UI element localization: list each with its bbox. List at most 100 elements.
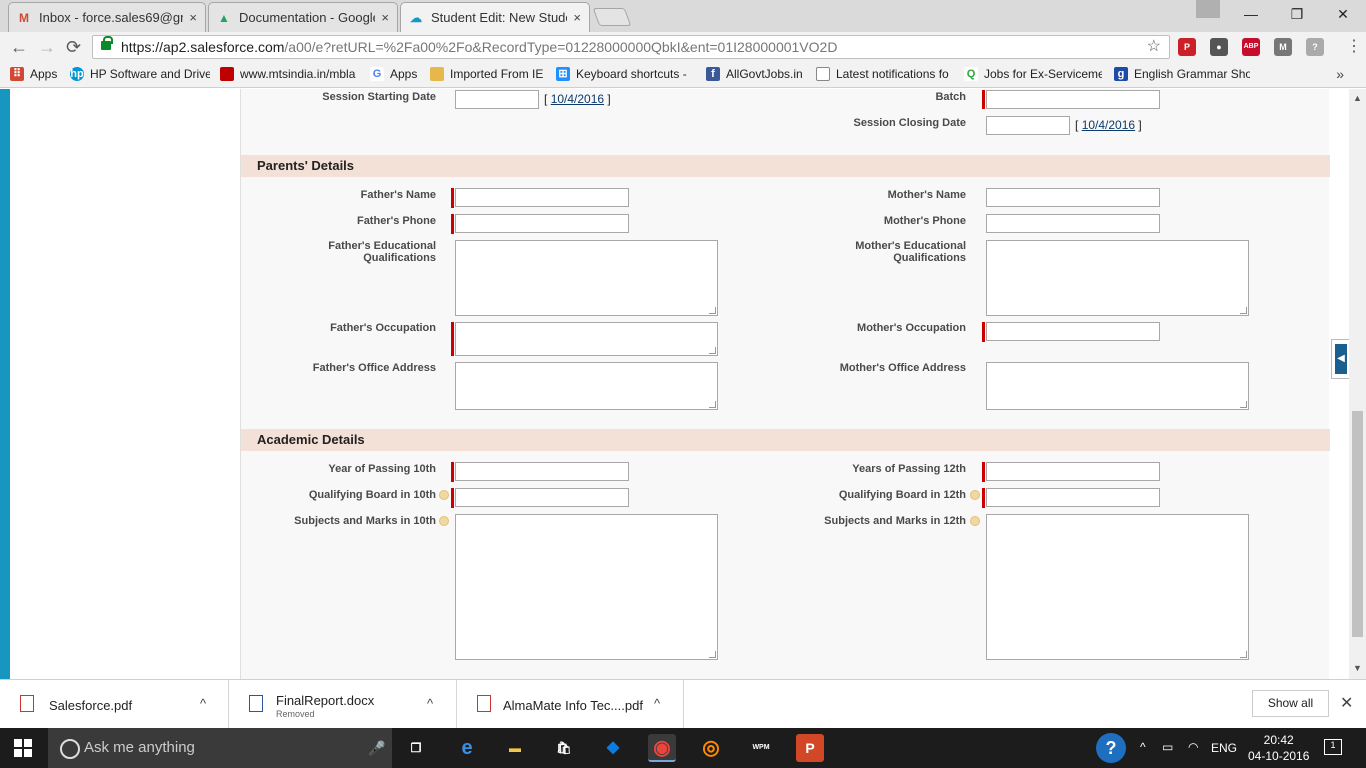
- close-downloads-icon[interactable]: ✕: [1340, 693, 1353, 713]
- cortana-search-box[interactable]: Ask me anything 🎤: [48, 728, 392, 768]
- page-content: Session Starting Date [ 10/4/2016 ] Batc…: [0, 89, 1349, 679]
- date-link[interactable]: 10/4/2016: [551, 92, 604, 106]
- bookmark-allgovtjobs[interactable]: f AllGovtJobs.in: [706, 67, 806, 81]
- mothers-edu-textarea[interactable]: [986, 240, 1249, 316]
- more-bookmarks-icon[interactable]: »: [1336, 66, 1344, 82]
- file-explorer-icon[interactable]: ▬: [501, 734, 529, 762]
- fathers-name-input[interactable]: [455, 188, 629, 207]
- address-bar[interactable]: https://ap2.salesforce.com/a00/e?retURL=…: [92, 35, 1170, 59]
- mothers-name-input[interactable]: [986, 188, 1160, 207]
- bookmark-english-grammar[interactable]: g English Grammar Sho: [1114, 67, 1250, 81]
- back-button[interactable]: ←: [10, 37, 28, 57]
- language-indicator[interactable]: ENG: [1211, 741, 1237, 755]
- video-extension-icon[interactable]: ●: [1210, 38, 1228, 56]
- board-12th-input[interactable]: [986, 488, 1160, 507]
- battery-icon[interactable]: ▭: [1162, 740, 1173, 754]
- fathers-phone-input[interactable]: [455, 214, 629, 233]
- fathers-occupation-textarea[interactable]: [455, 322, 718, 356]
- close-tab-icon[interactable]: ×: [189, 10, 197, 25]
- bookmark-label: Imported From IE: [450, 67, 544, 81]
- fathers-edu-textarea[interactable]: [455, 240, 718, 316]
- bookmark-hp[interactable]: hp HP Software and Drive: [70, 67, 210, 81]
- required-marker: [451, 488, 454, 508]
- download-item[interactable]: Salesforce.pdf ^: [0, 680, 229, 729]
- edge-icon[interactable]: e: [453, 734, 481, 762]
- close-tab-icon[interactable]: ×: [381, 10, 389, 25]
- new-tab-button[interactable]: [592, 8, 632, 26]
- tab-gmail-inbox[interactable]: M Inbox - force.sales69@gr ×: [8, 2, 206, 32]
- store-icon[interactable]: 🛍: [550, 734, 578, 762]
- tab-documentation[interactable]: ▲ Documentation - Google ×: [208, 2, 398, 32]
- page-scrollbar[interactable]: ▲ ▼: [1349, 89, 1366, 679]
- year-passing-12th-input[interactable]: [986, 462, 1160, 481]
- session-starting-date-input[interactable]: [455, 90, 539, 109]
- bookmark-jobs-ex-servicemen[interactable]: Q Jobs for Ex-Serviceme: [964, 67, 1102, 81]
- mothers-occupation-input[interactable]: [986, 322, 1160, 341]
- microphone-icon[interactable]: 🎤: [368, 728, 385, 768]
- bookmark-latest-notifications[interactable]: Latest notifications fo: [816, 67, 952, 81]
- reload-button[interactable]: ⟳: [66, 37, 81, 57]
- bookmarks-bar: ⠿ Apps hp HP Software and Drive www.mtsi…: [0, 62, 1366, 88]
- bracket: ]: [607, 92, 611, 106]
- date-link[interactable]: 10/4/2016: [1082, 118, 1135, 132]
- bookmark-star-icon[interactable]: ☆: [1147, 36, 1161, 58]
- pinterest-icon[interactable]: P: [1178, 38, 1196, 56]
- bookmark-google-apps[interactable]: G Apps: [370, 67, 422, 81]
- forward-button[interactable]: →: [38, 37, 56, 57]
- scroll-thumb[interactable]: [1352, 411, 1363, 637]
- mothers-office-textarea[interactable]: [986, 362, 1249, 410]
- chevron-up-icon[interactable]: ^: [427, 696, 433, 711]
- show-all-downloads-button[interactable]: Show all: [1252, 690, 1329, 717]
- fathers-office-textarea[interactable]: [455, 362, 718, 410]
- board-10th-input[interactable]: [455, 488, 629, 507]
- help-icon[interactable]: [439, 490, 449, 500]
- subjects-12th-textarea[interactable]: [986, 514, 1249, 660]
- chevron-up-icon[interactable]: ^: [654, 696, 660, 711]
- start-button[interactable]: [14, 739, 32, 757]
- maximize-button[interactable]: ❐: [1274, 0, 1320, 30]
- powerpoint-icon[interactable]: P: [796, 734, 824, 762]
- help-icon[interactable]: ?: [1096, 733, 1126, 763]
- wifi-icon[interactable]: ◠: [1188, 740, 1198, 754]
- extension-m-icon[interactable]: M: [1274, 38, 1292, 56]
- close-window-button[interactable]: ✕: [1320, 0, 1366, 30]
- chrome-icon[interactable]: ◉: [648, 734, 676, 762]
- batch-input[interactable]: [986, 90, 1160, 109]
- session-starting-date-today[interactable]: [ 10/4/2016 ]: [544, 92, 611, 106]
- bookmark-imported-ie[interactable]: Imported From IE: [430, 67, 546, 81]
- help-icon[interactable]: [970, 516, 980, 526]
- dropbox-icon[interactable]: ◆: [599, 734, 627, 762]
- subjects-10th-textarea[interactable]: [455, 514, 718, 660]
- close-tab-icon[interactable]: ×: [573, 10, 581, 25]
- mothers-phone-input[interactable]: [986, 214, 1160, 233]
- minimize-button[interactable]: —: [1228, 0, 1274, 30]
- scroll-down-icon[interactable]: ▼: [1353, 663, 1362, 673]
- profile-avatar[interactable]: [1196, 0, 1220, 18]
- tray-chevron-icon[interactable]: ^: [1140, 740, 1146, 754]
- browser-toolbar: ← → ⟳ https://ap2.salesforce.com/a00/e?r…: [0, 32, 1366, 62]
- adblock-plus-icon[interactable]: ABP: [1242, 38, 1260, 56]
- tab-student-edit[interactable]: ☁ Student Edit: New Studen ×: [400, 2, 590, 32]
- notifications-icon[interactable]: 1: [1324, 739, 1342, 755]
- chevron-up-icon[interactable]: ^: [200, 696, 206, 711]
- system-clock[interactable]: 20:42 04-10-2016: [1248, 732, 1309, 764]
- bookmark-mtsindia[interactable]: www.mtsindia.in/mbla: [220, 67, 358, 81]
- scroll-up-icon[interactable]: ▲: [1353, 93, 1362, 103]
- side-panel-toggle[interactable]: ◀: [1331, 339, 1349, 379]
- bookmark-keyboard-shortcuts[interactable]: ⊞ Keyboard shortcuts -: [556, 67, 692, 81]
- session-closing-date-today[interactable]: [ 10/4/2016 ]: [1075, 118, 1142, 132]
- download-item[interactable]: AlmaMate Info Tec....pdf ^: [457, 680, 684, 729]
- download-item[interactable]: FinalReport.docx Removed ^: [229, 680, 457, 729]
- session-closing-date-input[interactable]: [986, 116, 1070, 135]
- wpm-icon[interactable]: WPM: [747, 734, 775, 762]
- help-icon[interactable]: [439, 516, 449, 526]
- year-passing-10th-input[interactable]: [455, 462, 629, 481]
- required-marker: [982, 488, 985, 508]
- bookmark-apps[interactable]: ⠿ Apps: [10, 67, 62, 81]
- firefox-icon[interactable]: ◎: [697, 734, 725, 762]
- fathers-edu-label: Father's Educational Qualifications: [256, 240, 436, 264]
- task-view-icon[interactable]: ❐: [402, 734, 430, 762]
- extension-person-icon[interactable]: ?: [1306, 38, 1324, 56]
- help-icon[interactable]: [970, 490, 980, 500]
- browser-menu-icon[interactable]: ⋮: [1346, 38, 1362, 56]
